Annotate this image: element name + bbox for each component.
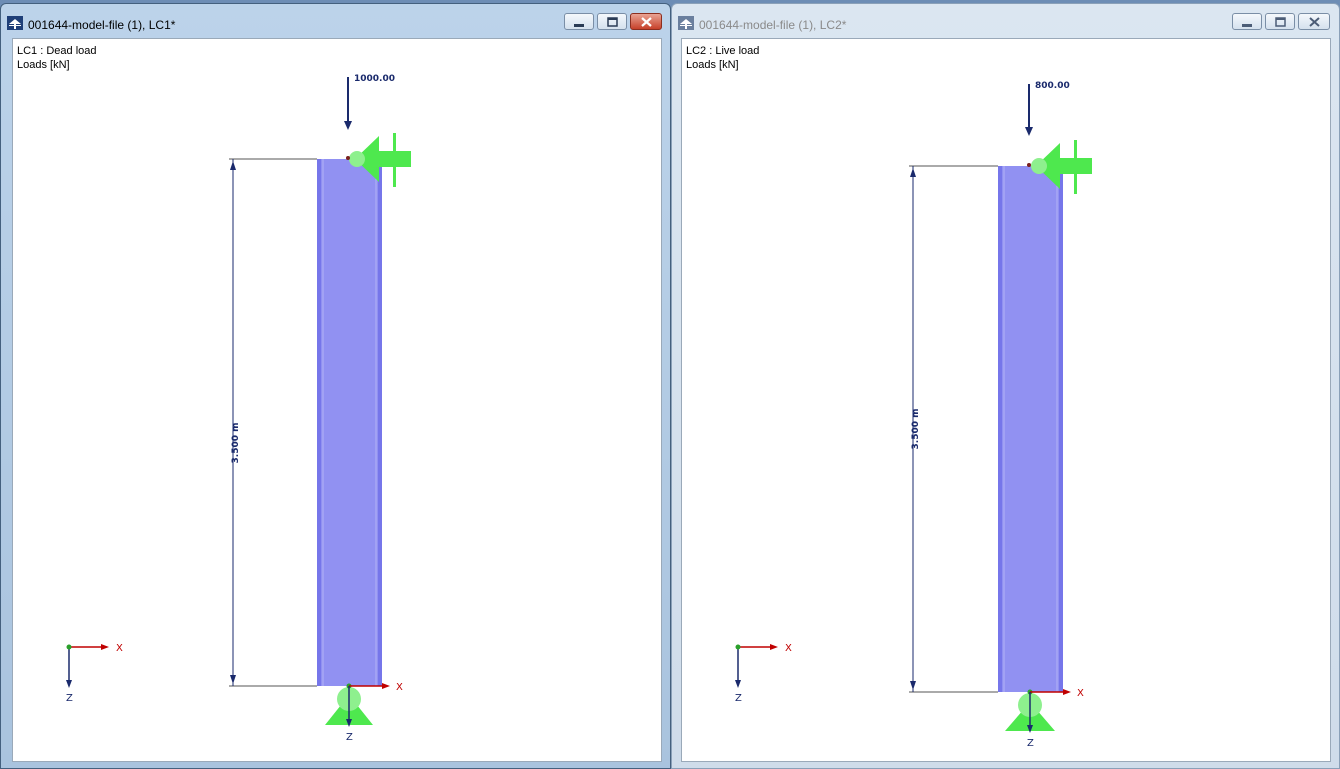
window-title: 001644-model-file (1), LC2* <box>699 18 847 32</box>
rfem-app-icon <box>678 16 694 30</box>
load-arrow-icon <box>1025 84 1033 136</box>
load-value-label: 1000.00 <box>354 74 395 84</box>
node-axis-z-label: Z <box>1027 738 1034 749</box>
restore-button[interactable] <box>597 13 627 30</box>
node-axis-x-label: X <box>396 682 403 693</box>
close-icon <box>1309 17 1320 27</box>
close-icon <box>641 17 652 27</box>
dimension-line <box>909 165 998 693</box>
global-axis-z-label: Z <box>735 693 742 704</box>
structure-view: 3.500 m 1000.00 X Z X Z <box>66 74 411 743</box>
global-axes-icon <box>735 644 778 688</box>
close-button[interactable] <box>630 13 662 30</box>
model-view-canvas[interactable]: LC2 : Live load Loads [kN] 3.500 m 800.0… <box>681 38 1331 762</box>
node-axis-z-label: Z <box>346 732 353 743</box>
restore-button[interactable] <box>1265 13 1295 30</box>
load-value-label: 800.00 <box>1035 81 1070 91</box>
column-member[interactable] <box>998 166 1063 692</box>
load-arrow-icon <box>344 77 352 130</box>
node-axis-x-label: X <box>1077 688 1084 699</box>
minimize-button[interactable] <box>564 13 594 30</box>
title-bar[interactable]: 001644-model-file (1), LC1* <box>1 4 670 38</box>
global-axis-x-label: X <box>785 643 792 654</box>
rfem-app-icon <box>7 16 23 30</box>
minimize-button[interactable] <box>1232 13 1262 30</box>
global-axes-icon <box>66 644 109 688</box>
column-member[interactable] <box>317 159 382 686</box>
structure-view: 3.500 m 800.00 X Z X Z <box>735 81 1092 749</box>
length-dimension-label: 3.500 m <box>911 409 921 450</box>
minimize-icon <box>1242 24 1252 27</box>
length-dimension-label: 3.500 m <box>231 423 241 464</box>
minimize-icon <box>574 24 584 27</box>
global-axis-z-label: Z <box>66 693 73 704</box>
close-button[interactable] <box>1298 13 1330 30</box>
restore-icon <box>1275 17 1286 27</box>
global-axis-x-label: X <box>116 643 123 654</box>
window-title: 001644-model-file (1), LC1* <box>28 18 176 32</box>
model-window-lc2[interactable]: 001644-model-file (1), LC2* LC2 : Live l… <box>671 3 1340 769</box>
title-bar[interactable]: 001644-model-file (1), LC2* <box>672 4 1339 38</box>
model-view-canvas[interactable]: LC1 : Dead load Loads [kN] 3.500 m 1000.… <box>12 38 662 762</box>
model-window-lc1[interactable]: 001644-model-file (1), LC1* LC1 : Dead l… <box>0 3 671 769</box>
restore-icon <box>607 17 618 27</box>
dimension-line <box>229 158 317 687</box>
